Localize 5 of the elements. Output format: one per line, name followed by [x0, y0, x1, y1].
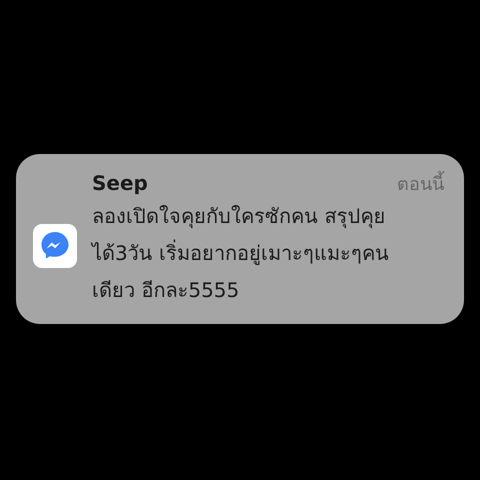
message-text: ลองเปิดใจคุยกับใครซักคน สรุปคุย ได้3วัน เริ่มอยากอยู่เมาะๆแมะๆคน เดียว อีกละ5555 — [92, 203, 390, 304]
notification-card[interactable]: Seep ตอนนี้ ลองเปิดใจคุยกับใครซักคน สรุปคุย ได้3วัน เริ่มอยากอยู่เมาะๆแมะๆคน เดียว อีกละ5555 — [16, 154, 464, 324]
timestamp: ตอนนี้ — [397, 171, 444, 198]
messenger-app-icon — [33, 224, 77, 268]
sender-name: Seep — [92, 170, 148, 197]
